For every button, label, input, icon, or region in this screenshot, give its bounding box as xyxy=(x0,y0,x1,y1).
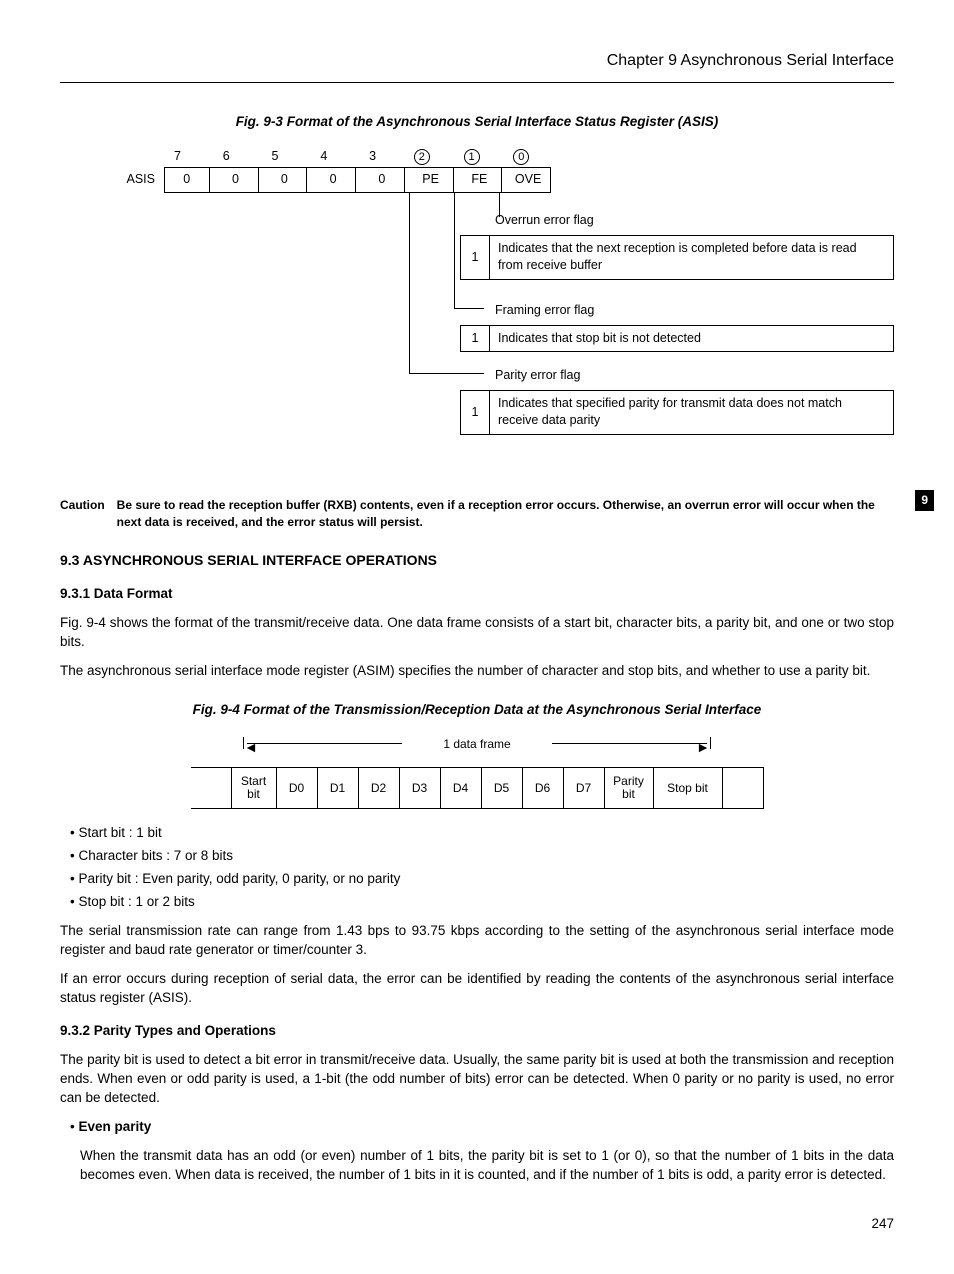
list-item: Character bits : 7 or 8 bits xyxy=(70,847,894,866)
reg-cell: PE xyxy=(409,168,454,192)
list-item: Even parity xyxy=(70,1118,894,1137)
register-diagram: 7 6 5 4 3 2 1 0 ASIS 0 0 0 0 0 PE FE OVE… xyxy=(60,147,894,477)
page-header: Chapter 9 Asynchronous Serial Interface xyxy=(60,50,894,83)
body-text: The parity bit is used to detect a bit e… xyxy=(60,1051,894,1108)
figure-9-4-title: Fig. 9-4 Format of the Transmission/Rece… xyxy=(60,701,894,720)
parity-list: Even parity xyxy=(60,1118,894,1137)
reg-cell: 0 xyxy=(360,168,405,192)
even-parity-label: Even parity xyxy=(78,1119,151,1134)
frame-cell: D7 xyxy=(563,767,604,809)
flag-label: Overrun error flag xyxy=(460,212,894,230)
reg-cell: FE xyxy=(457,168,502,192)
connector-line xyxy=(409,193,410,373)
framing-flag-block: Framing error flag 1 Indicates that stop… xyxy=(460,302,894,352)
register-row: ASIS 0 0 0 0 0 PE FE OVE xyxy=(120,167,551,193)
bit-num-circled: 1 xyxy=(464,149,480,165)
bit-num-circled: 2 xyxy=(414,149,430,165)
caution-label: Caution xyxy=(60,497,117,531)
list-item: Stop bit : 1 or 2 bits xyxy=(70,893,894,912)
bit-definition-list: Start bit : 1 bit Character bits : 7 or … xyxy=(60,824,894,912)
frame-post xyxy=(723,767,764,809)
bit-num: 4 xyxy=(301,148,346,166)
bit-num-circled: 0 xyxy=(513,149,529,165)
bit-num: 5 xyxy=(253,148,298,166)
body-text: The serial transmission rate can range f… xyxy=(60,922,894,960)
frame-pre xyxy=(191,767,231,809)
flag-value: 1 xyxy=(461,391,490,434)
frame-label: 1 data frame xyxy=(443,735,510,753)
reg-cell: 0 xyxy=(165,168,210,192)
body-text: The asynchronous serial interface mode r… xyxy=(60,662,894,681)
frame-diagram: ◄ 1 data frame ► Start bit D0 D1 D2 D3 D… xyxy=(60,735,894,809)
frame-cell: D0 xyxy=(276,767,317,809)
reg-cell: 0 xyxy=(262,168,307,192)
flag-value: 1 xyxy=(461,236,490,279)
body-text: Fig. 9-4 shows the format of the transmi… xyxy=(60,614,894,652)
frame-boxes: Start bit D0 D1 D2 D3 D4 D5 D6 D7 Parity… xyxy=(60,767,894,809)
section-9-3-1-heading: 9.3.1 Data Format xyxy=(60,585,894,604)
list-item: Start bit : 1 bit xyxy=(70,824,894,843)
bit-num: 3 xyxy=(350,148,395,166)
flag-description: Indicates that specified parity for tran… xyxy=(490,391,893,434)
frame-cell: D4 xyxy=(440,767,481,809)
overrun-flag-block: Overrun error flag 1 Indicates that the … xyxy=(460,212,894,280)
frame-cell: Parity bit xyxy=(604,767,653,809)
register-cells: 0 0 0 0 0 PE FE OVE xyxy=(164,167,551,193)
frame-cell: D6 xyxy=(522,767,563,809)
body-text: When the transmit data has an odd (or ev… xyxy=(60,1147,894,1185)
page-number: 247 xyxy=(60,1215,894,1234)
reg-cell: 0 xyxy=(311,168,356,192)
parity-flag-block: Parity error flag 1 Indicates that speci… xyxy=(460,367,894,435)
frame-cell: D3 xyxy=(399,767,440,809)
reg-cell: 0 xyxy=(214,168,259,192)
flag-description: Indicates that the next reception is com… xyxy=(490,236,893,279)
section-9-3-2-heading: 9.3.2 Parity Types and Operations xyxy=(60,1022,894,1041)
bit-number-row: 7 6 5 4 3 2 1 0 xyxy=(155,147,544,166)
frame-cell: Stop bit xyxy=(653,767,723,809)
connector-line xyxy=(454,193,455,308)
bit-num: 7 xyxy=(155,148,200,166)
frame-range-arrow: ◄ 1 data frame ► xyxy=(247,735,707,755)
frame-cell: D2 xyxy=(358,767,399,809)
caution-note: Caution Be sure to read the reception bu… xyxy=(60,497,894,531)
flag-label: Parity error flag xyxy=(460,367,894,385)
section-9-3-heading: 9.3 ASYNCHRONOUS SERIAL INTERFACE OPERAT… xyxy=(60,551,894,571)
flag-label: Framing error flag xyxy=(460,302,894,320)
list-item: Parity bit : Even parity, odd parity, 0 … xyxy=(70,870,894,889)
caution-text: Be sure to read the reception buffer (RX… xyxy=(117,497,894,531)
frame-cell: D1 xyxy=(317,767,358,809)
body-text: If an error occurs during reception of s… xyxy=(60,970,894,1008)
bit-num: 6 xyxy=(204,148,249,166)
figure-9-3-title: Fig. 9-3 Format of the Asynchronous Seri… xyxy=(60,113,894,132)
frame-cell: D5 xyxy=(481,767,522,809)
chapter-tab: 9 xyxy=(915,490,934,511)
reg-cell: OVE xyxy=(506,168,550,192)
frame-cell: Start bit xyxy=(231,767,276,809)
register-name: ASIS xyxy=(120,171,160,189)
flag-description: Indicates that stop bit is not detected xyxy=(490,326,893,352)
flag-value: 1 xyxy=(461,326,490,352)
